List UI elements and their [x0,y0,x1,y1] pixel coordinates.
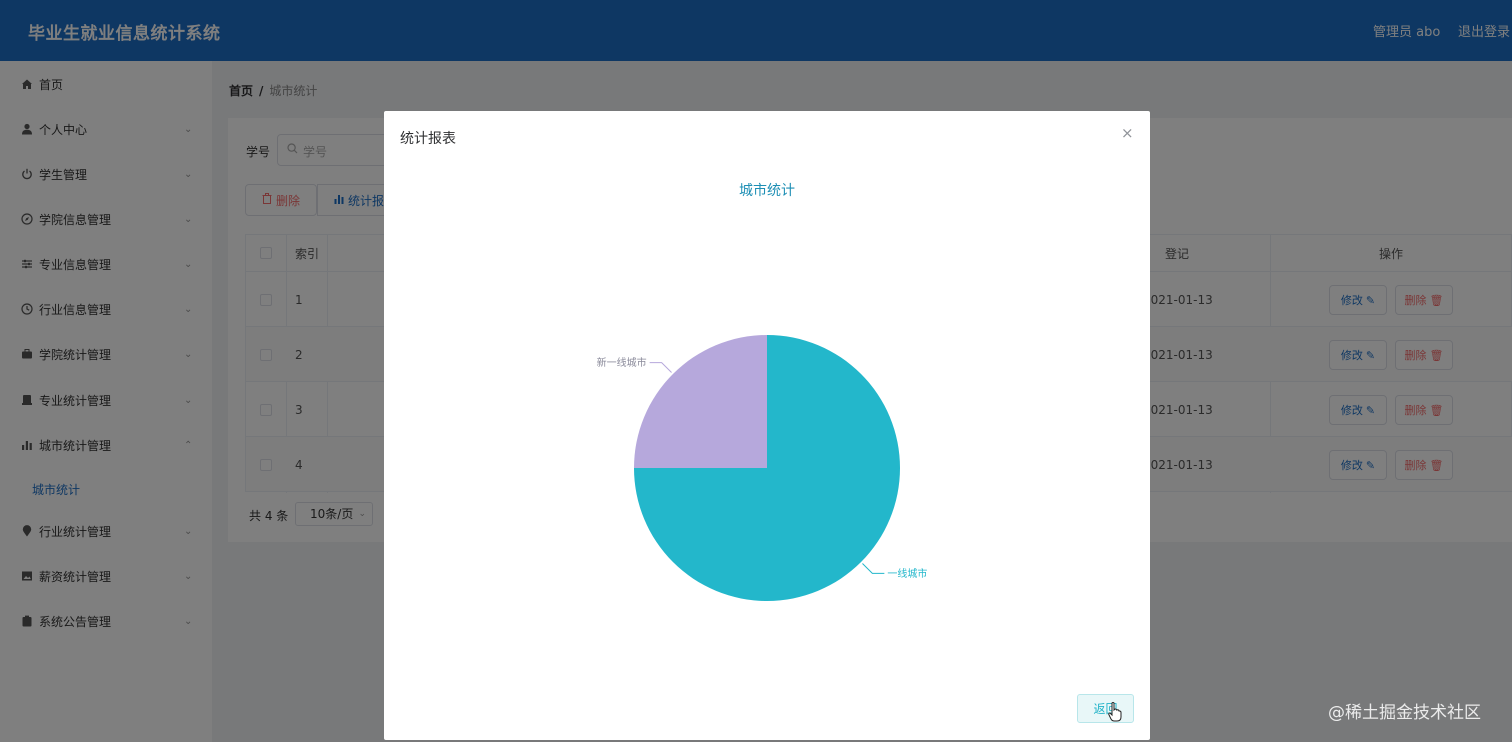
pie-label-line [862,563,885,574]
watermark: @稀土掘金技术社区 [1328,703,1481,723]
pie-label-line [649,362,672,373]
pie-label: 新一线城市 [597,356,647,369]
back-button[interactable]: 返回 [1077,694,1134,723]
stat-report-dialog: 统计报表 × 城市统计 一线城市 新一线城市 返回 [384,111,1150,740]
pie-label: 一线城市 [887,567,927,580]
hand-cursor-icon [1108,702,1122,725]
pie-slice[interactable] [634,335,767,468]
pie-chart: 一线城市 新一线城市 [597,335,927,601]
